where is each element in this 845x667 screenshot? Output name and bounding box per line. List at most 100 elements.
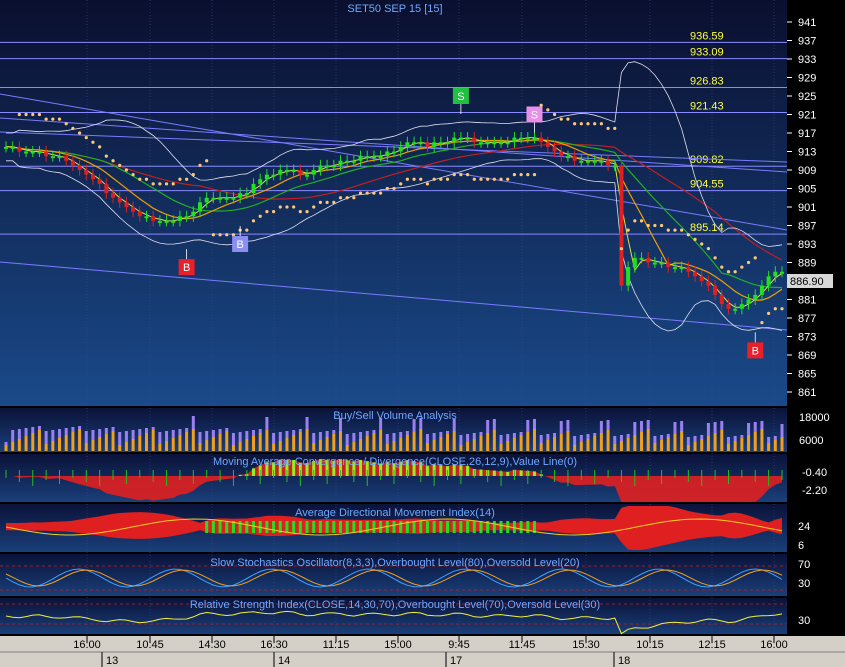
candle-body [184, 216, 189, 219]
candle-body [592, 160, 597, 163]
macd-tick-2: -2.20 [802, 485, 827, 497]
volume-bar-sell [104, 428, 108, 434]
price-tick-label: 941 [798, 17, 816, 29]
sar-dot [452, 173, 456, 177]
volume-bar-sell [553, 433, 557, 437]
candle-body [780, 271, 784, 274]
sar-dot [51, 117, 55, 121]
candle-body [305, 174, 310, 177]
volume-bar-buy [31, 433, 35, 451]
volume-bar-sell [506, 434, 510, 441]
candle-body [191, 211, 196, 217]
candle-body [177, 216, 182, 221]
volume-bar-sell [660, 435, 664, 440]
volume-bar-buy [412, 432, 416, 451]
volume-bar-sell [158, 432, 162, 444]
candle-body [505, 142, 510, 145]
sar-dot [653, 223, 657, 228]
volume-bar-sell [372, 430, 376, 433]
volume-bar-sell [178, 429, 182, 435]
candle-body [37, 151, 42, 154]
volume-bar-buy [599, 433, 603, 451]
volume-bar-buy [352, 442, 356, 451]
sar-dot [425, 182, 430, 186]
volume-bar-buy [747, 435, 751, 451]
sar-dot [472, 177, 476, 181]
sar-dot [118, 163, 122, 167]
volume-bar-buy [84, 443, 88, 451]
candle-body [478, 142, 483, 145]
volume-bar-sell [767, 437, 771, 443]
price-tick-label: 929 [798, 73, 816, 85]
volume-bar-buy [573, 445, 577, 451]
level-line-label: 921.43 [690, 101, 724, 113]
volume-bar-buy [231, 445, 235, 451]
volume-bar-sell [124, 431, 128, 442]
time-tick-label: 10:15 [636, 639, 664, 651]
sar-dot [546, 108, 550, 112]
volume-bar-buy [51, 441, 55, 451]
volume-bar-buy [767, 443, 771, 451]
candle-body [458, 137, 463, 140]
sar-dot [586, 122, 590, 126]
signal-label: S [457, 91, 464, 103]
volume-bar-buy [64, 435, 68, 451]
volume-bar-buy [446, 434, 450, 451]
volume-bar-buy [111, 431, 115, 451]
sar-dot [392, 186, 396, 191]
volume-bar-sell [586, 434, 590, 439]
sar-dot [345, 196, 349, 200]
volume-bar-sell [593, 433, 597, 436]
candle-body [111, 193, 116, 198]
candle-body [97, 179, 102, 184]
candle-body [672, 267, 677, 270]
candle-body [171, 220, 176, 223]
candle-body [371, 156, 376, 159]
sar-dot [37, 112, 42, 117]
sar-dot [760, 321, 764, 325]
sar-dot [57, 117, 62, 121]
candle-body [612, 165, 617, 168]
rsi-panel-title: Relative Strength Index(CLOSE,14,30,70),… [190, 599, 600, 611]
volume-bar-buy [532, 429, 536, 451]
volume-bar-sell [459, 435, 463, 445]
volume-bar-buy [512, 438, 516, 451]
candle-body [525, 137, 530, 140]
volume-bar-sell [613, 436, 617, 444]
candle-body [291, 170, 296, 172]
candle-body [679, 267, 684, 270]
volume-bar-sell [17, 429, 21, 439]
sar-dot [753, 256, 757, 260]
volume-bar-buy [686, 445, 690, 451]
volume-bar-buy [91, 440, 95, 451]
candle-body [271, 174, 276, 177]
volume-bar-sell [91, 430, 95, 440]
candle-body [532, 137, 537, 140]
time-tick-label: 10:45 [136, 639, 164, 651]
volume-bar-buy [640, 432, 644, 451]
candle-body [198, 202, 202, 212]
volume-bar-sell [693, 436, 697, 442]
volume-bar-buy [773, 440, 777, 451]
sar-dot [526, 173, 530, 177]
price-tick-label: 921 [798, 110, 816, 122]
volume-bar-sell [31, 427, 35, 433]
volume-bar-sell [225, 428, 229, 431]
volume-bar-buy [626, 438, 630, 451]
volume-bar-buy [372, 433, 376, 451]
volume-bar-sell [37, 426, 41, 430]
volume-bar-buy [238, 442, 242, 451]
volume-bar-sell [245, 431, 249, 439]
candle-body [264, 174, 269, 180]
volume-bar-sell [466, 434, 470, 442]
volume-bar-buy [138, 436, 142, 451]
volume-bar-sell [191, 416, 195, 429]
volume-bar-sell [98, 429, 102, 437]
volume-bar-sell [780, 424, 784, 437]
volume-bar-sell [706, 423, 710, 436]
candle-body [766, 276, 771, 286]
volume-bar-buy [278, 441, 282, 451]
sar-dot [198, 163, 202, 167]
candle-body [157, 220, 162, 223]
volume-bar-sell [231, 433, 235, 445]
